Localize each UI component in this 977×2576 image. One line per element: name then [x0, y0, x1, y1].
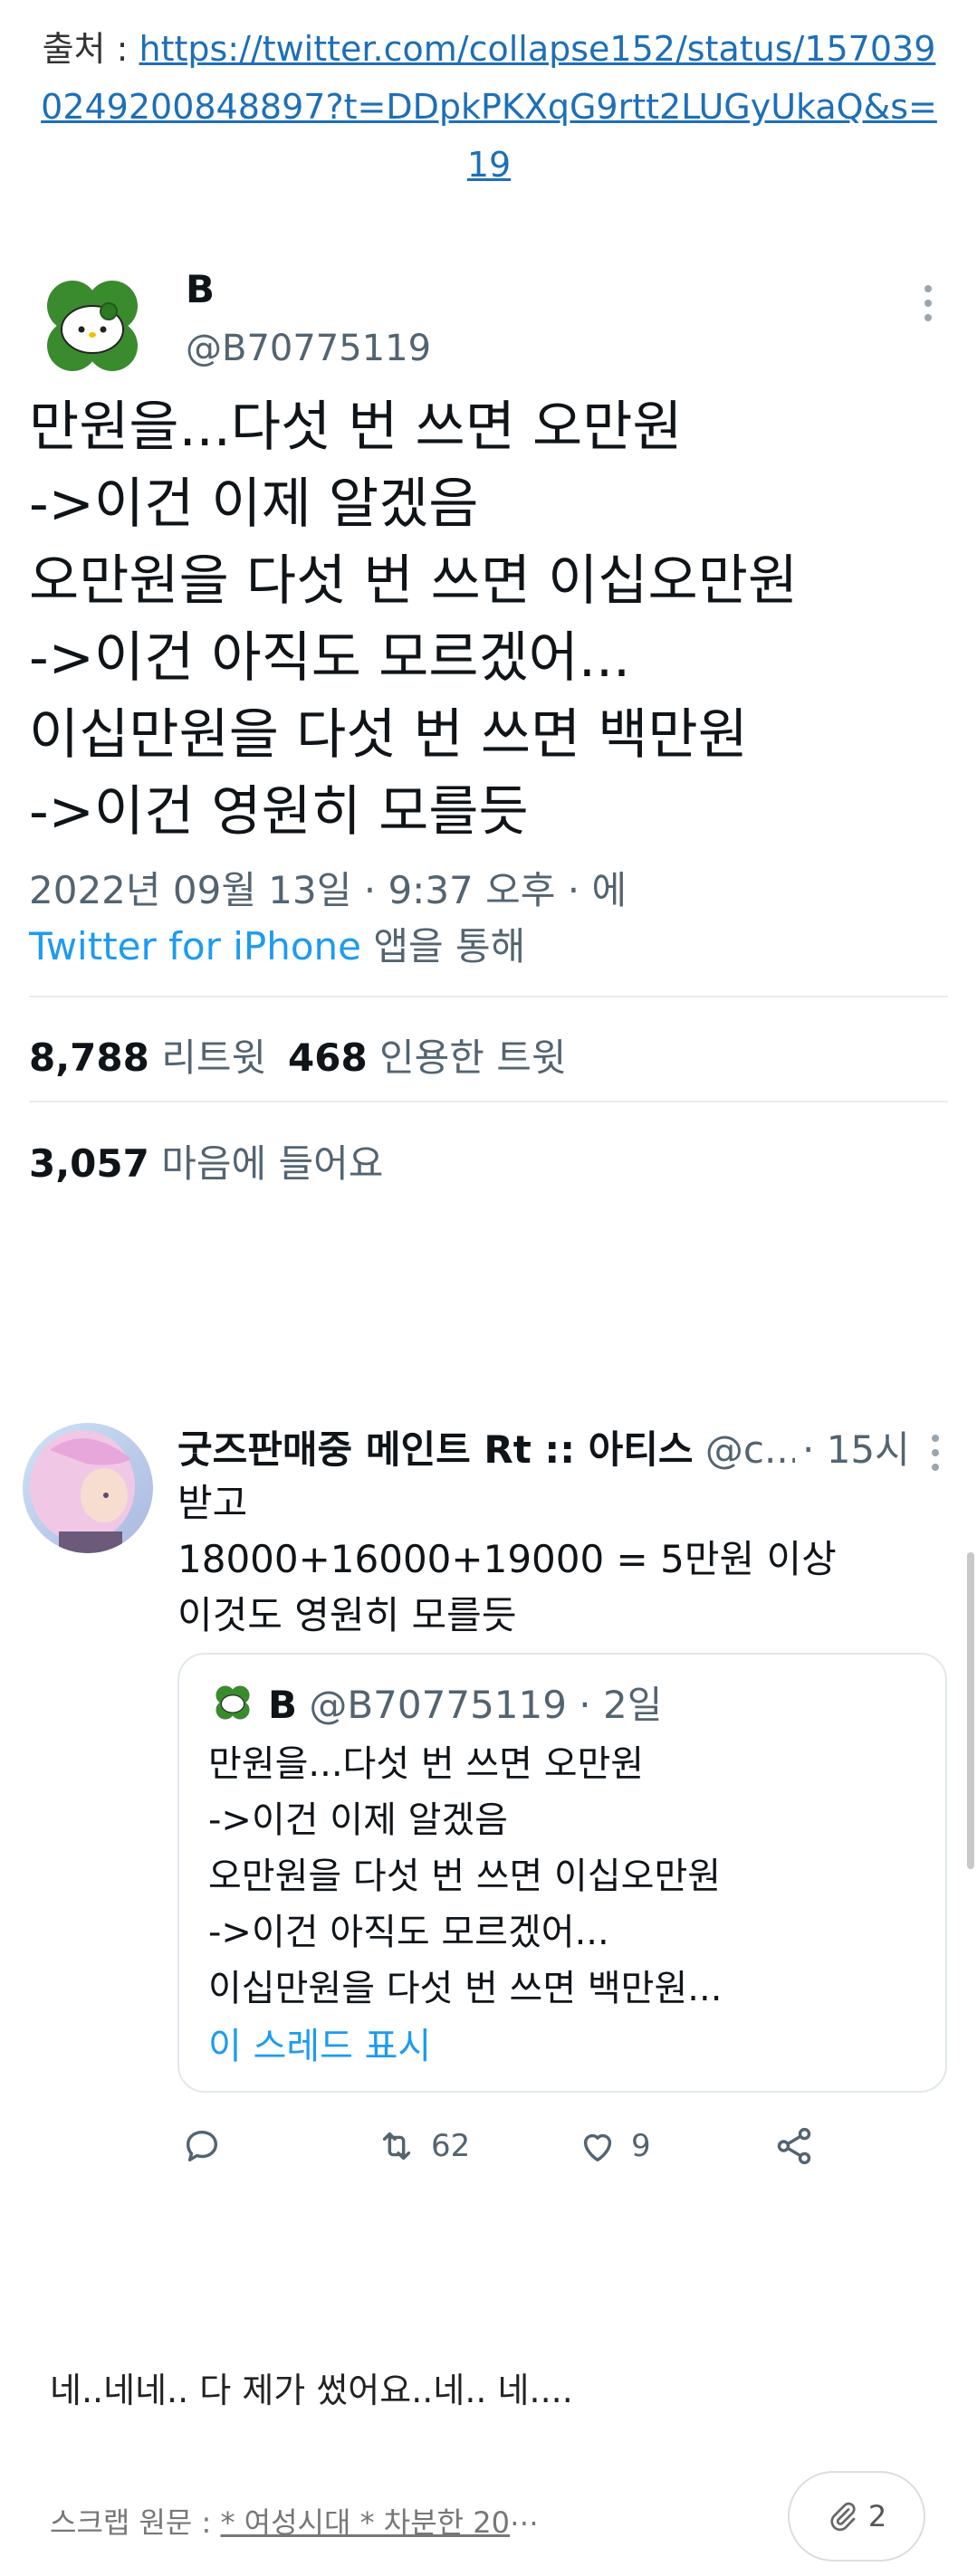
more-options-icon[interactable] [915, 276, 942, 330]
scrap-title-link[interactable]: * 여성시대 * 차분한 20 [221, 2505, 511, 2540]
tweet-line: ->이건 영원히 모를듯 [29, 780, 529, 844]
reply-user-handle[interactable]: @c... [694, 1427, 800, 1472]
source-header: 출처 : https://twitter.com/collapse152/sta… [36, 20, 942, 194]
user-name[interactable]: B [186, 267, 215, 311]
paperclip-icon [830, 2502, 856, 2532]
like-label: 마음에 들어요 [148, 1141, 384, 1186]
retweet-count: 8,788 [29, 1035, 149, 1080]
quote-stat[interactable]: 468 인용한 트윗 [288, 1027, 567, 1083]
divider [29, 1101, 948, 1102]
reply-time[interactable]: · 15시 [795, 1419, 910, 1474]
quoted-line: 만원을...다섯 번 쓰면 오만원 [208, 1743, 645, 1785]
avatar[interactable] [36, 270, 148, 382]
more-options-icon[interactable] [922, 1426, 949, 1480]
heart-icon [583, 2133, 612, 2162]
tweet-line: 오만원을 다섯 번 쓰면 이십오만원 [29, 549, 799, 613]
reply-avatar[interactable] [23, 1423, 153, 1553]
quoted-user-handle: @B70775119 · 2일 [297, 1683, 663, 1727]
reply-line: 받고 [177, 1481, 248, 1525]
scrollbar[interactable] [967, 1552, 974, 1869]
user-handle[interactable]: @B70775119 [186, 328, 431, 369]
source-link[interactable]: https://twitter.com/collapse152/status/1… [41, 29, 937, 185]
tweet-line: ->이건 아직도 모르겠어... [29, 626, 631, 690]
like-count: 3,057 [29, 1141, 149, 1186]
retweet-action-count: 62 [431, 2128, 471, 2164]
quote-count: 468 [288, 1035, 368, 1080]
retweet-label: 리트윗 [148, 1035, 267, 1080]
retweet-stat[interactable]: 8,788 리트윗 [29, 1027, 266, 1083]
clover-kitty-avatar-icon [212, 1682, 254, 1723]
quoted-line: 이십만원을 다섯 번 쓰면 백만원... [208, 1968, 723, 2009]
reply-line: 18000+16000+19000 = 5만원 이상 [177, 1537, 837, 1581]
anime-character-avatar-icon [23, 1423, 153, 1553]
show-thread-link[interactable]: 이 스레드 표시 [208, 2017, 431, 2069]
tweet-text: 만원을...다섯 번 쓰면 오만원 ->이건 이제 알겠음 오만원을 다섯 번 … [29, 389, 953, 851]
reply-line: 이것도 영원히 모를듯 [177, 1593, 517, 1637]
divider [29, 996, 948, 997]
retweet-action[interactable]: 62 [375, 2125, 470, 2167]
clover-kitty-avatar-icon [36, 270, 148, 382]
tweet-source: Twitter for iPhone 앱을 통해 [29, 916, 525, 971]
source-label: 출처 : [42, 29, 139, 69]
quoted-avatar [212, 1682, 254, 1723]
reply-icon [186, 2130, 218, 2162]
quoted-user-name: B [268, 1683, 298, 1727]
quoted-line: ->이건 이제 알겠음 [208, 1799, 508, 1841]
scrap-ellipsis: ⋯ [510, 2505, 539, 2540]
reply-text: 받고 18000+16000+19000 = 5만원 이상 이것도 영원히 모를… [177, 1475, 947, 1644]
like-action[interactable]: 9 [577, 2125, 651, 2167]
reply-action[interactable] [181, 2125, 235, 2167]
scrap-source: 스크랩 원문 : * 여성시대 * 차분한 20⋯ [50, 2500, 539, 2542]
quoted-line: 오만원을 다섯 번 쓰면 이십오만원 [208, 1856, 722, 1897]
tweet-line: 만원을...다섯 번 쓰면 오만원 [29, 396, 683, 459]
like-action-count: 9 [631, 2128, 651, 2164]
tweet-timestamp: 2022년 09월 13일 · 9:37 오후 · 에 [29, 868, 627, 912]
reply-user-name[interactable]: 굿즈판매중 메인트 Rt :: 아티스 [177, 1427, 694, 1472]
closing-comment: 네..네네.. 다 제가 썼어요..네.. 네.... [50, 2371, 573, 2410]
like-stat[interactable]: 3,057 마음에 들어요 [29, 1133, 383, 1188]
tweet-line: 이십만원을 다섯 번 쓰면 백만원 [29, 703, 748, 767]
attachment-button[interactable]: 2 [788, 2471, 925, 2562]
quoted-text: 만원을...다섯 번 쓰면 오만원 ->이건 이제 알겠음 오만원을 다섯 번 … [208, 1736, 924, 2017]
quoted-tweet-card[interactable]: B @B70775119 · 2일 만원을...다섯 번 쓰면 오만원 ->이건… [177, 1653, 947, 2093]
via-app-link[interactable]: Twitter for iPhone [29, 924, 361, 968]
via-suffix: 앱을 통해 [361, 924, 526, 968]
scrap-label: 스크랩 원문 : [50, 2505, 221, 2540]
quoted-header: B @B70775119 · 2일 [268, 1674, 662, 1730]
tweet-line: ->이건 이제 알겠음 [29, 472, 479, 536]
share-action[interactable] [773, 2125, 815, 2167]
share-icon [777, 2127, 811, 2165]
quoted-line: ->이건 아직도 모르겠어... [208, 1912, 609, 1953]
attachment-count: 2 [867, 2499, 887, 2533]
retweet-icon [382, 2132, 411, 2161]
quote-label: 인용한 트윗 [367, 1035, 567, 1080]
